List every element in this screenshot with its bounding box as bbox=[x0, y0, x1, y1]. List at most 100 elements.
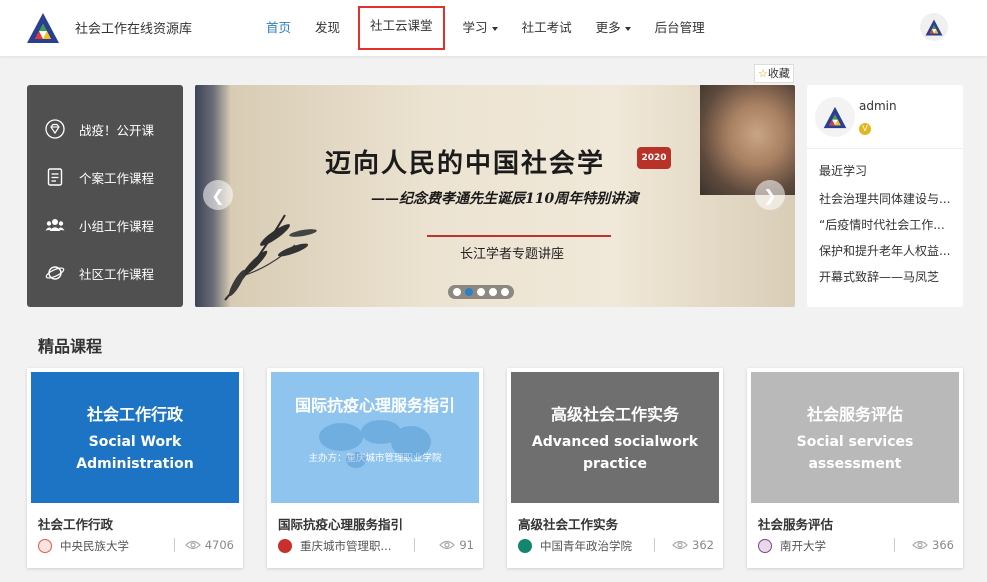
chevron-down-icon bbox=[624, 26, 631, 31]
recent-item[interactable]: 社会治理共同体建设与... bbox=[819, 189, 955, 215]
banner-subtitle: ——纪念费孝通先生诞辰110周年特别讲演 bbox=[371, 191, 639, 207]
planet-icon bbox=[45, 266, 65, 280]
carousel-dot[interactable] bbox=[501, 288, 509, 296]
bamboo-decoration bbox=[224, 214, 317, 301]
menu-item-groupwork[interactable]: 小组工作课程 bbox=[27, 201, 183, 249]
divider bbox=[654, 538, 655, 552]
banner-title: 迈向人民的中国社会学 bbox=[325, 149, 606, 179]
course-card[interactable]: 高级社会工作实务 Advanced socialwork practice 高级… bbox=[507, 368, 723, 568]
view-count-value: 91 bbox=[459, 538, 474, 552]
document-icon bbox=[47, 168, 63, 186]
star-icon: ☆ bbox=[758, 67, 768, 80]
cover-title-cn: 社会工作行政 bbox=[86, 404, 183, 424]
course-cover[interactable]: 国际抗疫心理服务指引 主办方：重庆城市管理职业学院 bbox=[271, 372, 479, 503]
speaker-photo bbox=[700, 85, 795, 195]
username[interactable]: admin bbox=[859, 99, 897, 113]
course-meta: 重庆城市管理职... 91 bbox=[278, 538, 474, 554]
course-name[interactable]: 社会服务评估 bbox=[758, 514, 833, 533]
course-meta: 中央民族大学 4706 bbox=[38, 538, 234, 554]
cover-title-en: assessment bbox=[808, 455, 902, 472]
avatar-logo-icon bbox=[925, 19, 943, 35]
carousel-dot[interactable] bbox=[477, 288, 485, 296]
view-count-value: 366 bbox=[932, 538, 954, 552]
site-logo-icon[interactable] bbox=[26, 12, 60, 44]
menu-item-label: 小组工作课程 bbox=[79, 218, 155, 234]
course-cover[interactable]: 高级社会工作实务 Advanced socialwork practice bbox=[511, 372, 719, 503]
school-logo-icon bbox=[758, 539, 772, 553]
recent-item[interactable]: “后疫情时代社会工作... bbox=[819, 215, 955, 241]
cover-title-en: Social Work bbox=[88, 433, 182, 450]
world-map-decoration bbox=[319, 420, 431, 468]
chevron-down-icon bbox=[491, 26, 498, 31]
course-card[interactable]: 社会服务评估 Social services assessment 社会服务评估… bbox=[747, 368, 963, 568]
course-name[interactable]: 高级社会工作实务 bbox=[518, 514, 618, 533]
nav-exam[interactable]: 社工考试 bbox=[510, 0, 584, 56]
course-cover[interactable]: 社会服务评估 Social services assessment bbox=[751, 372, 959, 503]
menu-item-casework[interactable]: 个案工作课程 bbox=[27, 153, 183, 201]
nav-more-label: 更多 bbox=[595, 20, 621, 35]
nav-admin[interactable]: 后台管理 bbox=[643, 0, 717, 56]
view-count: 366 bbox=[912, 538, 954, 552]
chevron-left-icon: ❮ bbox=[211, 185, 225, 205]
divider bbox=[414, 538, 415, 552]
chevron-right-icon: ❯ bbox=[763, 185, 777, 205]
carousel-dot[interactable] bbox=[453, 288, 461, 296]
eye-icon bbox=[912, 540, 928, 550]
course-card[interactable]: 国际抗疫心理服务指引 主办方：重庆城市管理职业学院 国际抗疫心理服务指引 重庆城… bbox=[267, 368, 483, 568]
carousel-dot[interactable] bbox=[489, 288, 497, 296]
vip-badge-icon: V bbox=[859, 123, 871, 135]
course-cover[interactable]: 社会工作行政 Social Work Administration bbox=[31, 372, 239, 503]
cover-title-en: Advanced socialwork bbox=[531, 433, 699, 450]
cover-title-en: practice bbox=[583, 455, 647, 472]
nav-study[interactable]: 学习 bbox=[451, 0, 510, 56]
carousel-dot-active[interactable] bbox=[465, 288, 473, 296]
section-title: 精品课程 bbox=[38, 337, 103, 356]
nav-discover[interactable]: 发现 bbox=[303, 0, 352, 56]
school-name[interactable]: 南开大学 bbox=[780, 538, 826, 554]
cover-title-en: Social services bbox=[796, 433, 914, 450]
main-nav: 首页 发现 社工云课堂 学习 社工考试 更多 后台管理 bbox=[254, 0, 717, 56]
recent-item[interactable]: 开幕式致辞——马凤芝 bbox=[819, 267, 955, 293]
category-menu: 战疫！公开课 个案工作课程 小组工作课程 社区工作课程 bbox=[27, 85, 183, 307]
avatar[interactable] bbox=[815, 97, 855, 137]
recent-item[interactable]: 保护和提升老年人权益... bbox=[819, 241, 955, 267]
favorite-label: 收藏 bbox=[767, 67, 790, 80]
menu-item-label: 战疫！公开课 bbox=[79, 122, 155, 138]
eye-icon bbox=[439, 540, 456, 550]
nav-more[interactable]: 更多 bbox=[584, 0, 643, 56]
menu-item-label: 个案工作课程 bbox=[79, 170, 155, 186]
carousel-indicators bbox=[448, 285, 514, 299]
divider bbox=[807, 148, 963, 149]
group-icon bbox=[45, 219, 65, 231]
school-logo-icon bbox=[518, 539, 532, 553]
menu-item-epidemic-course[interactable]: 战疫！公开课 bbox=[27, 105, 183, 153]
recent-learning-list: 社会治理共同体建设与... “后疫情时代社会工作... 保护和提升老年人权益..… bbox=[819, 189, 955, 293]
eye-icon bbox=[184, 540, 201, 550]
course-name[interactable]: 国际抗疫心理服务指引 bbox=[278, 514, 403, 533]
course-meta: 中国青年政治学院 362 bbox=[518, 538, 714, 554]
menu-item-community[interactable]: 社区工作课程 bbox=[27, 249, 183, 297]
cover-title-cn: 高级社会工作实务 bbox=[550, 404, 679, 424]
view-count: 91 bbox=[439, 538, 474, 552]
school-name[interactable]: 中国青年政治学院 bbox=[540, 538, 632, 554]
favorite-button[interactable]: ☆收藏 bbox=[754, 64, 794, 83]
carousel-prev-button[interactable]: ❮ bbox=[203, 180, 233, 210]
eye-icon bbox=[672, 540, 688, 550]
user-card: admin V 最近学习 社会治理共同体建设与... “后疫情时代社会工作...… bbox=[807, 85, 963, 307]
view-count-value: 362 bbox=[692, 538, 714, 552]
carousel-next-button[interactable]: ❯ bbox=[755, 180, 785, 210]
header-avatar[interactable] bbox=[920, 13, 948, 41]
nav-cloud-classroom[interactable]: 社工云课堂 bbox=[358, 6, 445, 50]
view-count: 4706 bbox=[184, 538, 234, 552]
course-meta: 南开大学 366 bbox=[758, 538, 954, 554]
site-title[interactable]: 社会工作在线资源库 bbox=[75, 18, 192, 37]
course-card[interactable]: 社会工作行政 Social Work Administration 社会工作行政… bbox=[27, 368, 243, 568]
view-count: 362 bbox=[672, 538, 714, 552]
banner-lecture-label: 长江学者专题讲座 bbox=[460, 247, 565, 262]
banner-carousel[interactable]: 迈向人民的中国社会学 2020 ——纪念费孝通先生诞辰110周年特别讲演 长江学… bbox=[195, 85, 795, 307]
school-name[interactable]: 重庆城市管理职... bbox=[300, 538, 391, 554]
nav-home[interactable]: 首页 bbox=[254, 0, 303, 56]
school-name[interactable]: 中央民族大学 bbox=[60, 538, 129, 554]
diamond-icon bbox=[45, 119, 65, 139]
course-name[interactable]: 社会工作行政 bbox=[38, 514, 113, 533]
